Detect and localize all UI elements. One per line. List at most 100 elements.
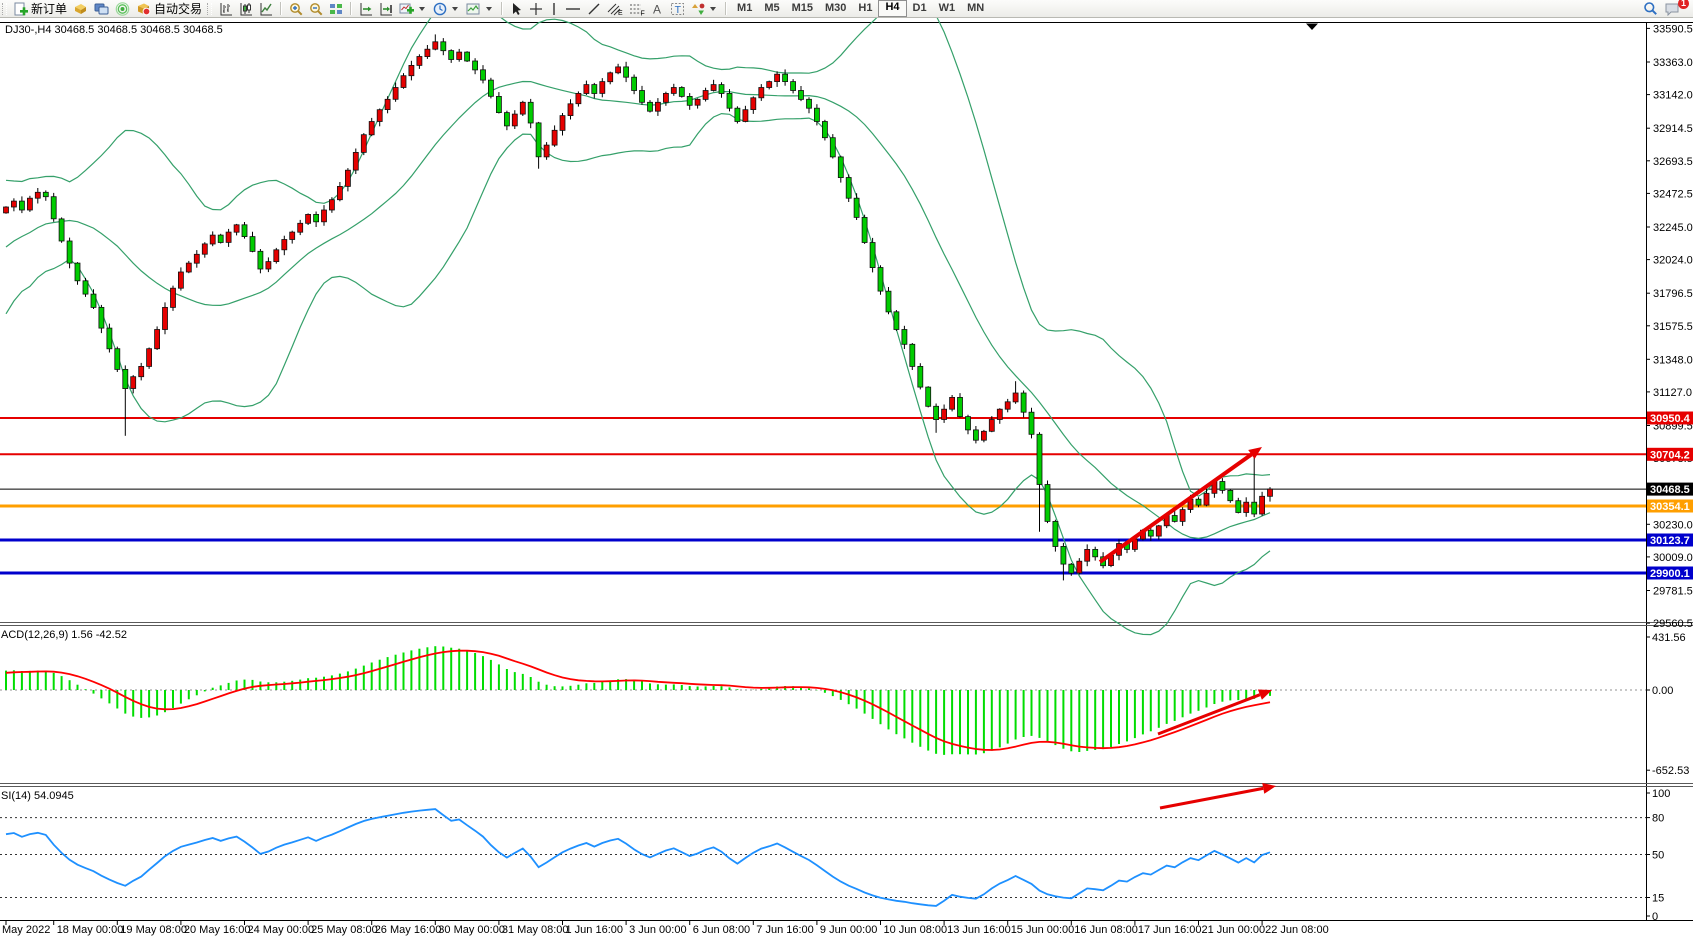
toolbar-separator: [350, 2, 352, 15]
notifications-button[interactable]: 1: [1661, 1, 1683, 17]
svg-text:E: E: [618, 10, 623, 16]
svg-text:T: T: [675, 4, 682, 16]
toolbar-separator: [280, 2, 282, 15]
toolbar-grip[interactable]: [207, 3, 212, 15]
chevron-down-icon: [486, 7, 492, 11]
timeframe-d1[interactable]: D1: [907, 1, 933, 16]
chevron-down-icon: [710, 7, 716, 11]
svg-text:22 Jun 08:00: 22 Jun 08:00: [1265, 924, 1329, 936]
search-button[interactable]: [1640, 1, 1661, 17]
toolbar-grip[interactable]: [2, 3, 7, 15]
svg-text:F: F: [641, 10, 645, 16]
polyline-icon: [259, 2, 273, 16]
svg-text:21 Jun 00:00: 21 Jun 00:00: [1202, 924, 1266, 936]
notification-badge: 1: [1678, 0, 1689, 9]
timeframe-h4[interactable]: H4: [878, 0, 906, 17]
chart-canvas[interactable]: 33590.533363.033142.032914.532693.532472…: [0, 0, 1693, 938]
timeframe-m15[interactable]: M15: [786, 1, 819, 16]
svg-text:30230.0: 30230.0: [1653, 519, 1693, 531]
auto-trading-button[interactable]: 自动交易: [133, 1, 205, 17]
svg-text:32472.5: 32472.5: [1653, 188, 1693, 200]
equidistant-channel-icon: E: [607, 2, 623, 16]
svg-text:17 Jun 16:00: 17 Jun 16:00: [1138, 924, 1202, 936]
svg-text:30123.7: 30123.7: [1650, 535, 1690, 547]
arrows-button[interactable]: [688, 1, 721, 17]
channel-button[interactable]: E: [604, 1, 626, 17]
svg-text:3 Jun 00:00: 3 Jun 00:00: [629, 924, 687, 936]
line-chart-button[interactable]: [256, 1, 276, 17]
svg-text:1 Jun 16:00: 1 Jun 16:00: [566, 924, 624, 936]
timeframe-m30[interactable]: M30: [819, 1, 852, 16]
document-plus-icon: [14, 2, 28, 16]
arrow-shapes-icon: [691, 2, 705, 16]
svg-text:16 Jun 08:00: 16 Jun 08:00: [1074, 924, 1138, 936]
new-order-button[interactable]: 新订单: [11, 1, 70, 17]
svg-text:7 Jun 16:00: 7 Jun 16:00: [756, 924, 814, 936]
svg-text:15 Jun 00:00: 15 Jun 00:00: [1011, 924, 1075, 936]
svg-text:25 May 08:00: 25 May 08:00: [311, 924, 378, 936]
toolbar: 新订单 自动交易: [0, 0, 1693, 18]
text-button[interactable]: A: [648, 1, 667, 17]
periods-button[interactable]: [430, 1, 463, 17]
templates-button[interactable]: [463, 1, 497, 17]
auto-scroll-button[interactable]: [356, 1, 376, 17]
chart-frame-icon: [466, 2, 481, 16]
vertical-line-icon: [549, 2, 559, 16]
svg-text:-652.53: -652.53: [1652, 765, 1689, 777]
timeframe-m1[interactable]: M1: [731, 1, 758, 16]
svg-text:10 Jun 08:00: 10 Jun 08:00: [884, 924, 948, 936]
svg-text:31796.5: 31796.5: [1653, 288, 1693, 300]
tiled-squares-icon: [329, 2, 343, 16]
price-chart[interactable]: 33590.533363.033142.032914.532693.532472…: [0, 0, 1693, 938]
svg-text:31348.0: 31348.0: [1653, 354, 1693, 366]
fibonacci-button[interactable]: F: [626, 1, 648, 17]
candlestick-chart-button[interactable]: [236, 1, 256, 17]
zoom-out-button[interactable]: [306, 1, 326, 17]
boxed-T-icon: T: [670, 2, 685, 16]
blue-screens-icon: [94, 2, 109, 16]
green-sonar-icon: [115, 2, 130, 16]
svg-text:33363.0: 33363.0: [1653, 57, 1693, 69]
crosshair-icon: [529, 2, 543, 16]
bar-chart-button[interactable]: [216, 1, 236, 17]
svg-text:May 2022: May 2022: [2, 924, 50, 936]
vertical-line-button[interactable]: [546, 1, 562, 17]
zoom-in-button[interactable]: [286, 1, 306, 17]
toolbar-separator: [725, 2, 727, 15]
cursor-button[interactable]: [507, 1, 526, 17]
svg-text:26 May 16:00: 26 May 16:00: [375, 924, 442, 936]
toolbar-separator: [501, 2, 503, 15]
trendline-button[interactable]: [584, 1, 604, 17]
svg-text:24 May 00:00: 24 May 00:00: [248, 924, 315, 936]
svg-text:32245.0: 32245.0: [1653, 222, 1693, 234]
svg-text:32024.0: 32024.0: [1653, 255, 1693, 267]
svg-text:6 Jun 08:00: 6 Jun 08:00: [693, 924, 751, 936]
timeframe-m5[interactable]: M5: [758, 1, 785, 16]
navigator-button[interactable]: [112, 1, 133, 17]
tile-windows-button[interactable]: [326, 1, 346, 17]
candlestick-icon: [239, 2, 253, 16]
timeframe-w1[interactable]: W1: [933, 1, 962, 16]
search-icon: [1643, 1, 1658, 16]
fibonacci-icon: F: [629, 2, 645, 16]
horizontal-line-icon: [565, 2, 581, 16]
svg-text:30009.0: 30009.0: [1653, 552, 1693, 564]
svg-text:100: 100: [1652, 788, 1670, 800]
axis-arrow-icon: [359, 2, 373, 16]
new-chart-button[interactable]: [70, 1, 91, 17]
svg-text:31127.0: 31127.0: [1653, 387, 1692, 399]
timeframe-h1[interactable]: H1: [852, 1, 878, 16]
crosshair-button[interactable]: [526, 1, 546, 17]
svg-text:30354.1: 30354.1: [1650, 501, 1690, 513]
profiles-button[interactable]: [91, 1, 112, 17]
horizontal-line-button[interactable]: [562, 1, 584, 17]
svg-text:50: 50: [1652, 850, 1664, 862]
chevron-down-icon: [419, 7, 425, 11]
gold-box-red-dot-icon: [136, 2, 151, 16]
text-label-button[interactable]: T: [667, 1, 688, 17]
indicators-button[interactable]: [396, 1, 430, 17]
svg-text:29900.1: 29900.1: [1650, 568, 1690, 580]
timeframe-mn[interactable]: MN: [961, 1, 990, 16]
svg-text:0: 0: [1652, 911, 1658, 923]
chart-shift-button[interactable]: [376, 1, 396, 17]
